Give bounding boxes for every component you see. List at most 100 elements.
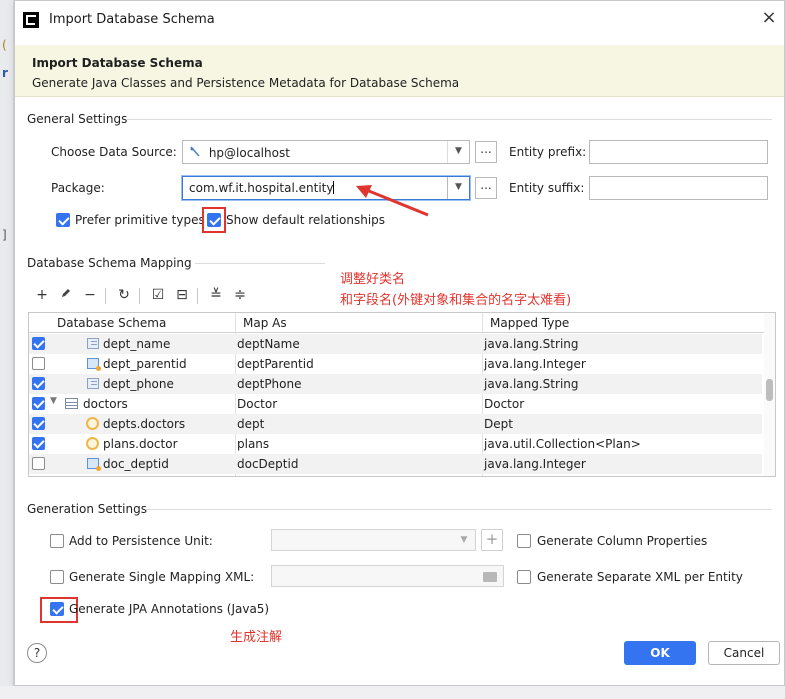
separate-xml-checkbox[interactable] [517, 570, 531, 584]
check-all-icon[interactable]: ☑ [149, 286, 167, 304]
column-header-mapped-type[interactable]: Mapped Type [490, 316, 569, 330]
map-as-cell[interactable]: deptName [237, 337, 300, 351]
chevron-down-icon[interactable]: ▼ [447, 141, 469, 163]
row-checkbox[interactable] [32, 357, 45, 370]
fk-column-icon [87, 458, 101, 471]
scrollbar-thumb[interactable] [766, 379, 773, 401]
column-header-schema[interactable]: Database Schema [57, 316, 166, 330]
ide-background-edge: ( r ] [0, 0, 14, 699]
row-checkbox[interactable] [32, 457, 45, 470]
add-persistence-unit-button[interactable]: + [481, 529, 503, 551]
entity-suffix-input[interactable] [589, 176, 768, 200]
schema-cell: doc_deptid [103, 457, 169, 471]
mapped-type-cell[interactable]: java.lang.Integer [484, 457, 586, 471]
map-as-cell[interactable]: deptParentid [237, 357, 314, 371]
data-source-combo[interactable]: hp@localhost ▼ [182, 140, 470, 164]
package-label: Package: [51, 181, 105, 195]
intellij-app-icon [23, 12, 39, 28]
browse-data-source-button[interactable]: ... [475, 141, 497, 163]
prefer-primitive-label[interactable]: Prefer primitive types [75, 213, 205, 227]
close-icon[interactable]: × [759, 9, 779, 29]
mapped-type-cell[interactable]: java.lang.String [484, 337, 579, 351]
expand-all-icon[interactable]: ≚ [207, 286, 225, 304]
browse-package-button[interactable]: ... [475, 177, 497, 199]
generate-column-properties-checkbox[interactable] [517, 534, 531, 548]
schema-cell: plans.doctor [103, 437, 178, 451]
map-as-cell[interactable]: dept [237, 417, 264, 431]
map-as-cell[interactable]: plans [237, 437, 269, 451]
table-row[interactable]: dept_parentid deptParentid java.lang.Int… [29, 354, 762, 374]
schema-cell: dept_parentid [103, 357, 187, 371]
refresh-icon[interactable]: ↻ [115, 286, 133, 304]
note-adjust-class-names: 调整好类名 [340, 272, 406, 287]
mapping-heading: Database Schema Mapping [27, 256, 192, 270]
chevron-down-icon[interactable]: ▼ [453, 530, 475, 552]
help-button[interactable]: ? [27, 643, 47, 663]
row-checkbox[interactable] [32, 417, 45, 430]
edge-glyph: ( [2, 38, 7, 52]
folder-icon[interactable] [483, 572, 497, 582]
jpa-annotations-checkbox[interactable] [50, 602, 64, 616]
header-banner: Import Database Schema Generate Java Cla… [15, 45, 784, 97]
row-checkbox[interactable] [32, 437, 45, 450]
chevron-down-icon[interactable]: ▼ [447, 177, 469, 199]
single-mapping-xml-path[interactable] [271, 565, 504, 587]
mapped-type-cell[interactable]: Dept [484, 417, 513, 431]
entity-prefix-input[interactable] [589, 140, 768, 164]
table-row[interactable]: doc_deptid docDeptid java.lang.Integer [29, 454, 762, 474]
note-adjust-field-names: 和字段名(外键对象和集合的名字太难看) [340, 293, 572, 308]
add-icon[interactable]: + [33, 286, 51, 304]
mapped-type-cell[interactable]: Doctor [484, 397, 524, 411]
collapse-all-icon[interactable]: ≑ [231, 286, 249, 304]
row-checkbox[interactable] [32, 397, 45, 410]
schema-mapping-table: Database Schema Map As Mapped Type dept_… [28, 312, 776, 477]
banner-subtitle: Generate Java Classes and Persistence Me… [32, 76, 460, 90]
table-header: Database Schema Map As Mapped Type [29, 313, 775, 333]
data-source-label: Choose Data Source: [51, 145, 177, 159]
package-value: com.wf.it.hospital.entity [189, 181, 334, 195]
datasource-icon [189, 146, 201, 158]
map-as-cell[interactable]: Doctor [237, 397, 277, 411]
table-row[interactable]: depts.doctors dept Dept [29, 414, 762, 434]
jpa-annotations-label[interactable]: Generate JPA Annotations (Java5) [69, 602, 269, 616]
table-row[interactable]: dept_phone deptPhone java.lang.String [29, 374, 762, 394]
edit-pencil-icon[interactable] [57, 286, 75, 304]
data-source-value: hp@localhost [208, 146, 290, 160]
row-checkbox[interactable] [32, 337, 45, 350]
generate-column-properties-label[interactable]: Generate Column Properties [537, 534, 707, 548]
ok-button[interactable]: OK [624, 641, 696, 665]
import-schema-dialog: Import Database Schema × Import Database… [14, 0, 785, 686]
fk-column-icon [87, 358, 101, 371]
entity-prefix-label: Entity prefix: [509, 145, 587, 159]
toolbar-separator [197, 288, 198, 304]
text-cursor [333, 181, 335, 194]
column-header-map-as[interactable]: Map As [243, 316, 287, 330]
map-as-cell[interactable]: deptPhone [237, 377, 302, 391]
remove-icon[interactable]: − [81, 286, 99, 304]
show-default-relationships-checkbox[interactable] [207, 213, 221, 227]
mapped-type-cell[interactable]: java.lang.String [484, 377, 579, 391]
general-settings-heading: General Settings [27, 112, 128, 126]
uncheck-all-icon[interactable]: ⊟ [173, 286, 191, 304]
add-persistence-unit-label[interactable]: Add to Persistence Unit: [69, 534, 213, 548]
table-row[interactable]: plans.doctor plans java.util.Collection<… [29, 434, 762, 454]
table-row[interactable]: ▼ doctors Doctor Doctor [29, 394, 762, 414]
banner-title: Import Database Schema [32, 56, 203, 70]
prefer-primitive-checkbox[interactable] [56, 213, 70, 227]
row-checkbox[interactable] [32, 377, 45, 390]
tree-expanded-icon[interactable]: ▼ [50, 396, 57, 406]
edge-glyph: r [2, 66, 8, 80]
separate-xml-label[interactable]: Generate Separate XML per Entity [537, 570, 743, 584]
add-persistence-unit-checkbox[interactable] [50, 534, 64, 548]
schema-cell: depts.doctors [103, 417, 186, 431]
mapped-type-cell[interactable]: java.lang.Integer [484, 357, 586, 371]
cancel-button[interactable]: Cancel [708, 641, 780, 665]
single-mapping-xml-label[interactable]: Generate Single Mapping XML: [69, 570, 254, 584]
toolbar-separator [105, 288, 106, 304]
persistence-unit-combo[interactable]: ▼ [271, 529, 476, 551]
show-default-relationships-label[interactable]: Show default relationships [226, 213, 385, 227]
single-mapping-xml-checkbox[interactable] [50, 570, 64, 584]
mapped-type-cell[interactable]: java.util.Collection<Plan> [484, 437, 641, 451]
table-row[interactable]: dept_name deptName java.lang.String [29, 334, 762, 354]
map-as-cell[interactable]: docDeptid [237, 457, 298, 471]
